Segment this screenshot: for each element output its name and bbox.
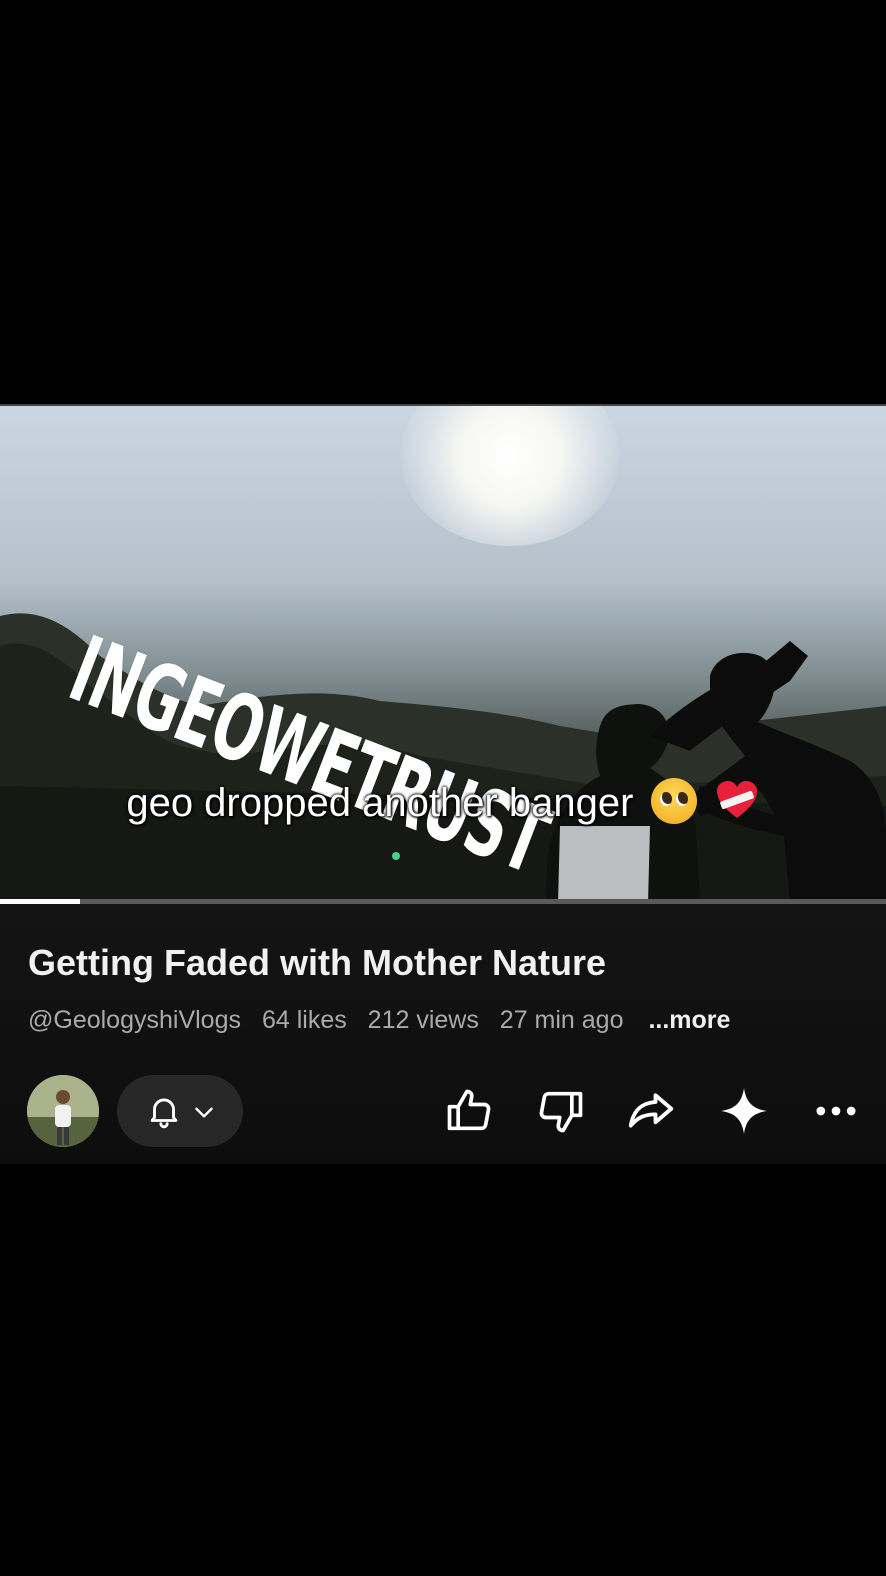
dislike-button[interactable]	[533, 1083, 589, 1139]
mending-heart-emoji	[716, 781, 757, 818]
video-caption: geo dropped another banger	[0, 778, 886, 826]
like-button[interactable]	[441, 1083, 497, 1139]
thumbs-up-icon	[447, 1089, 491, 1131]
pleading-face-emoji	[650, 778, 697, 824]
video-player[interactable]: INGEOWETRUST	[0, 406, 886, 904]
more-options-button[interactable]	[808, 1083, 864, 1139]
channel-avatar[interactable]	[27, 1075, 99, 1147]
more-button[interactable]: ...more	[648, 1006, 730, 1034]
upload-time: 27 min ago	[499, 1006, 624, 1034]
sun-glare	[400, 406, 620, 546]
video-meta-row: @GeologyshiVlogs 64 likes 212 views 27 m…	[28, 1006, 744, 1035]
view-count: 212 views	[367, 1006, 479, 1034]
bell-icon	[150, 1098, 178, 1129]
like-count: 64 likes	[261, 1006, 347, 1034]
remix-button[interactable]	[716, 1083, 772, 1139]
sparkle-icon	[721, 1088, 767, 1134]
share-button[interactable]	[623, 1083, 679, 1139]
caption-text: geo dropped another banger	[126, 781, 634, 825]
chevron-down-icon	[195, 1107, 213, 1118]
thumbs-down-icon	[539, 1091, 583, 1133]
share-icon	[628, 1093, 674, 1128]
notification-bell-button[interactable]	[117, 1075, 243, 1147]
more-horizontal-icon	[816, 1106, 856, 1116]
video-title[interactable]: Getting Faded with Mother Nature	[28, 942, 606, 984]
avatar-image	[27, 1075, 99, 1147]
channel-handle[interactable]: @GeologyshiVlogs	[28, 1006, 241, 1034]
